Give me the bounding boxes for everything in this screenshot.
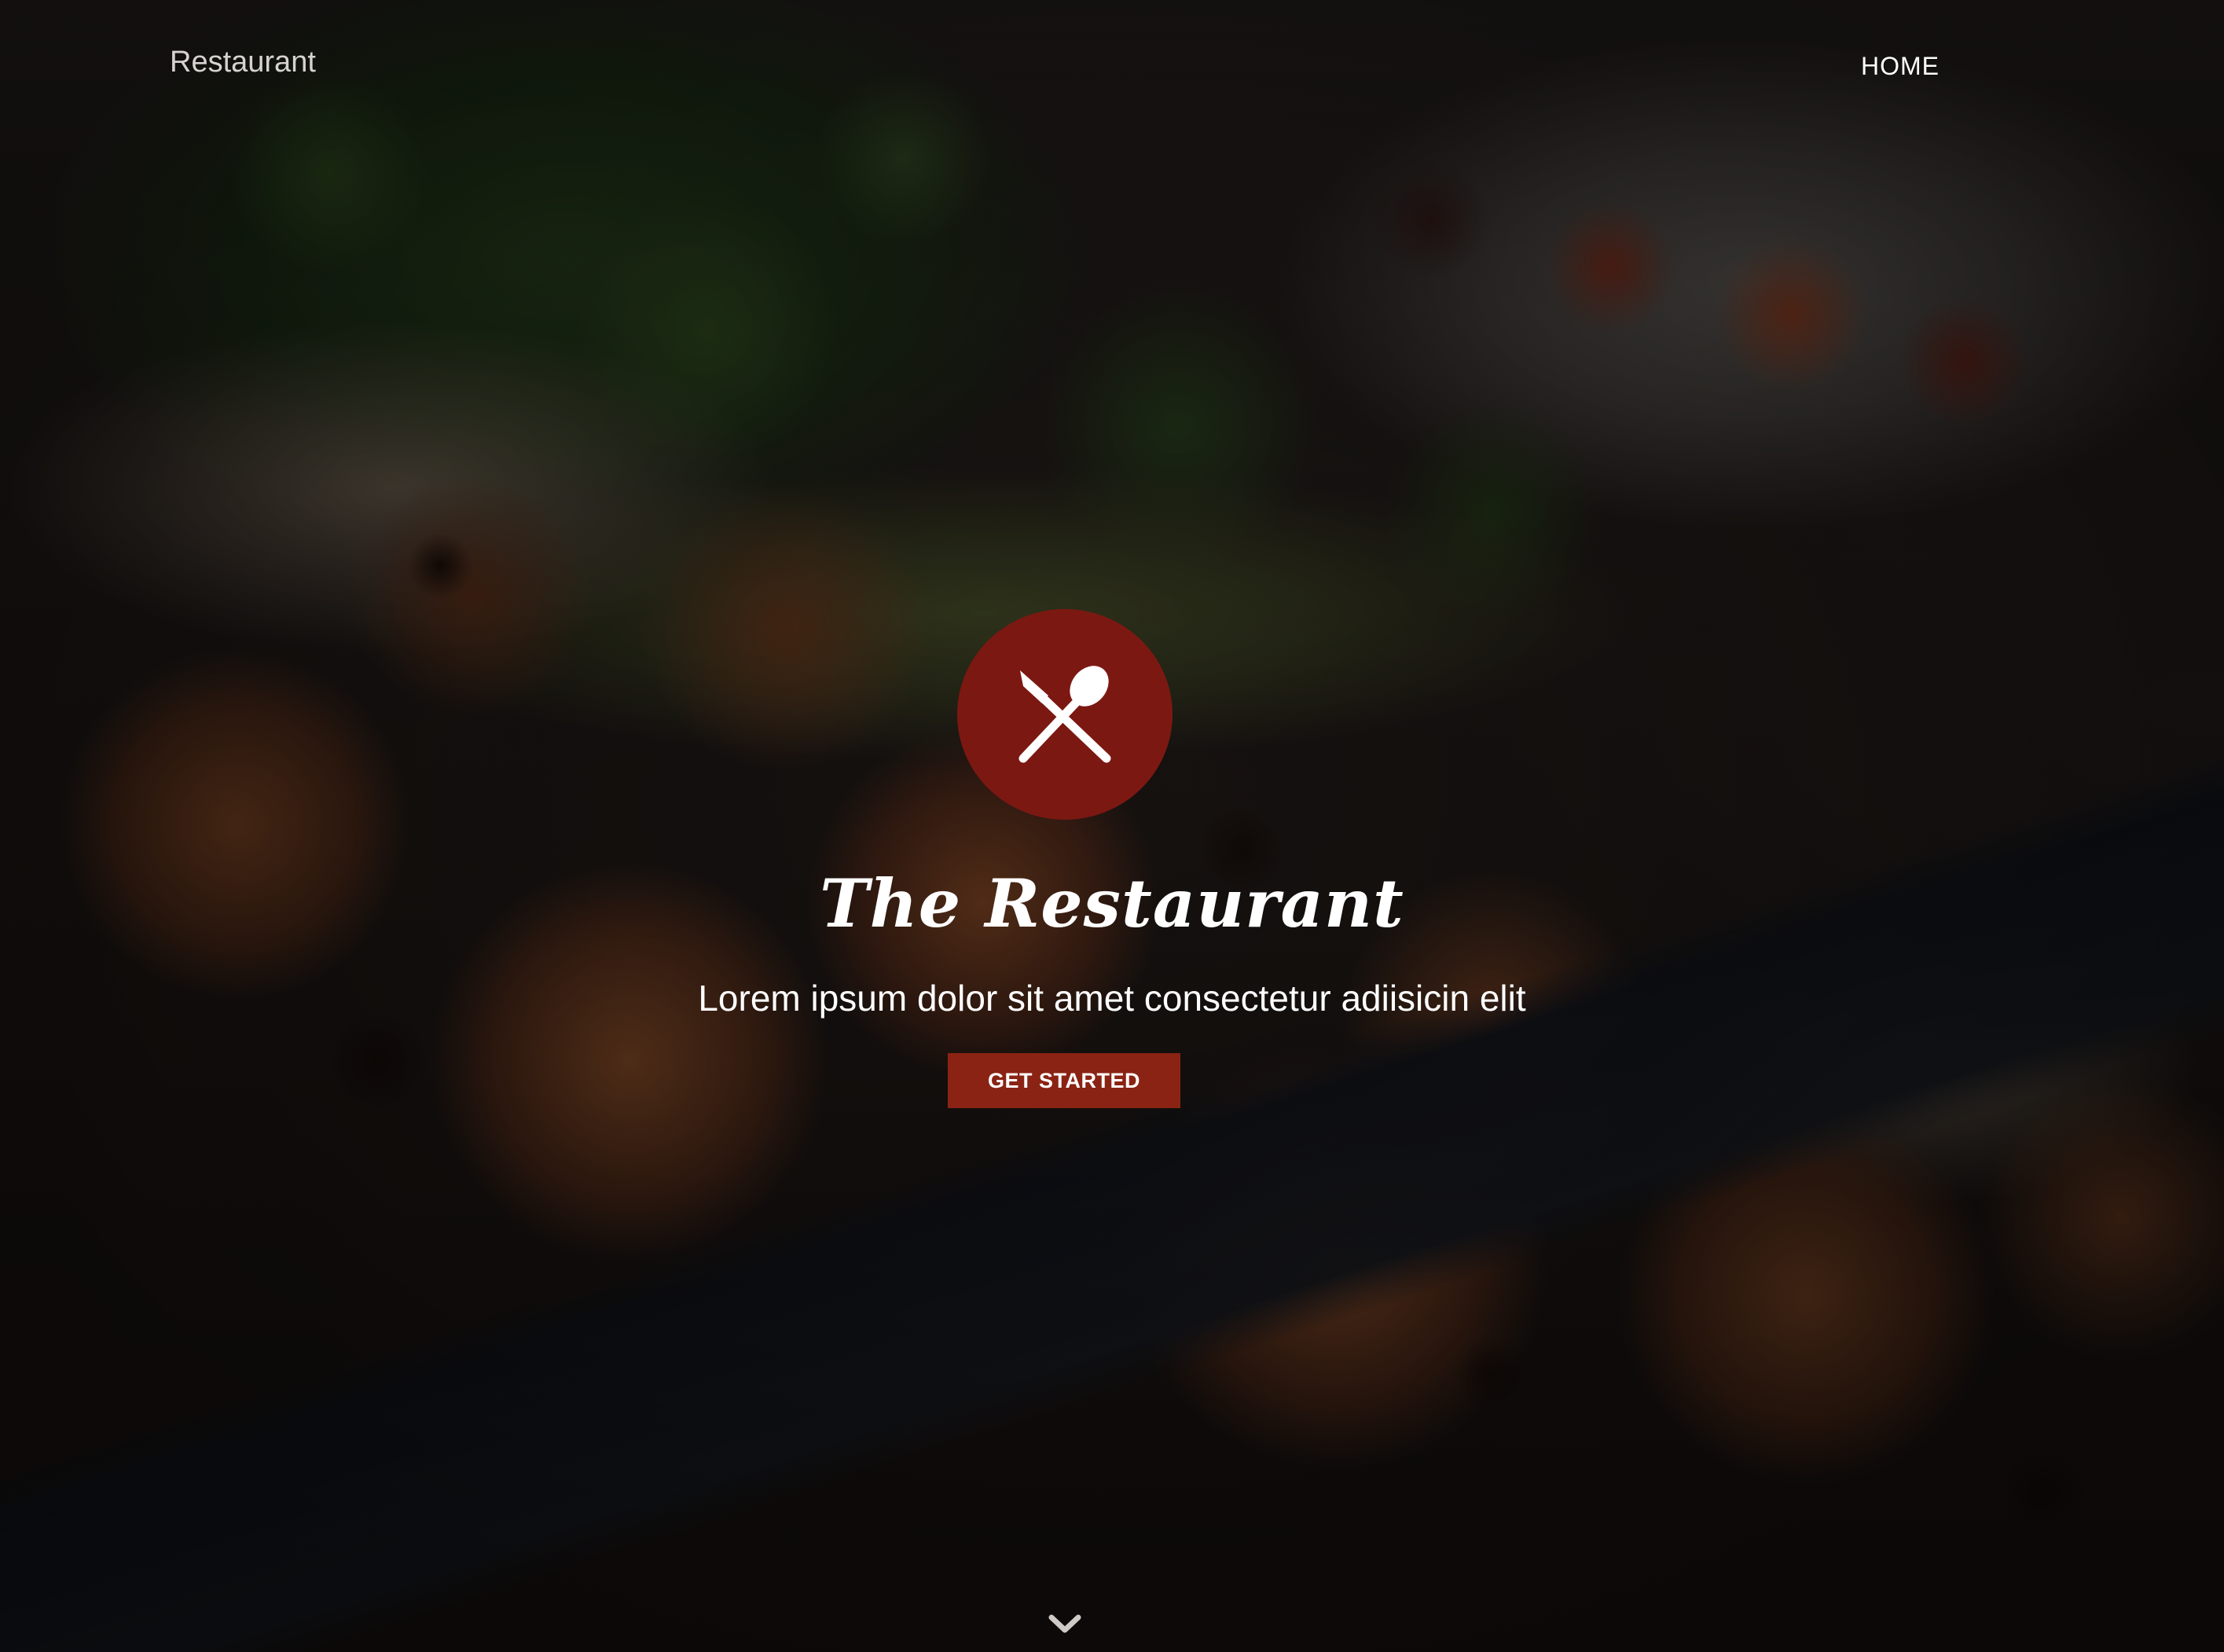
brand-link[interactable]: Restaurant [170, 46, 316, 79]
hero-section: Restaurant HOME The Restaurant Lorem ips… [0, 0, 2224, 1652]
utensils-icon [1018, 666, 1111, 763]
get-started-button[interactable]: GET STARTED [948, 1053, 1180, 1108]
nav-item-home[interactable]: HOME [1861, 52, 1940, 81]
chevron-down-icon[interactable] [1048, 1613, 1082, 1635]
logo-badge [957, 609, 1173, 820]
page-title: The Restaurant [820, 865, 1404, 942]
background-overlay [0, 0, 2224, 1652]
top-navigation: Restaurant HOME [0, 0, 2224, 134]
hero-tagline: Lorem ipsum dolor sit amet consectetur a… [698, 978, 1526, 1019]
